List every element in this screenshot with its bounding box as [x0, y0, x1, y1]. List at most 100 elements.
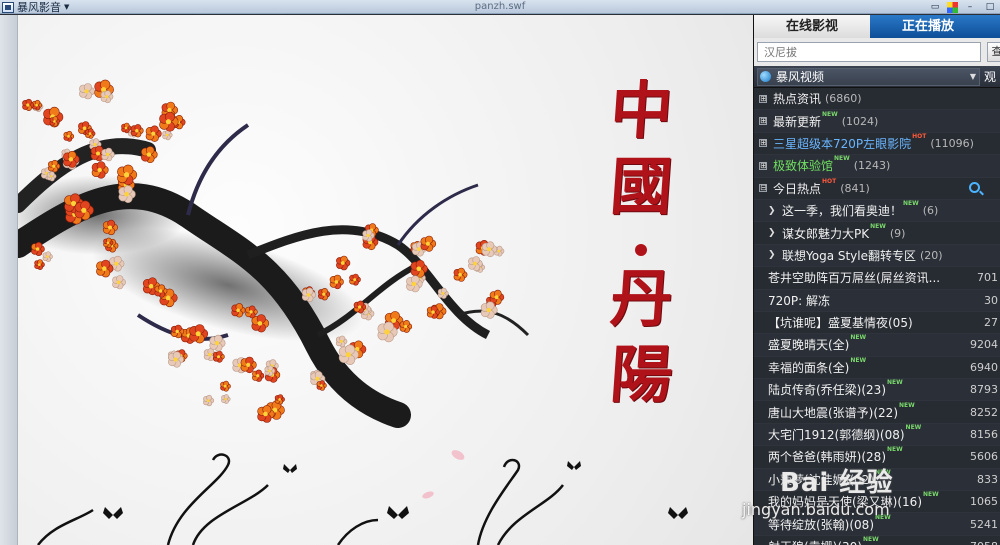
- row-label: 陆贞传奇(乔任梁)(23): [768, 383, 886, 398]
- play-count: 8793: [970, 383, 998, 397]
- expand-toggle-icon[interactable]: ⊟: [759, 184, 767, 193]
- view-option-button[interactable]: 观: [984, 68, 996, 85]
- row-label: 热点资讯: [773, 92, 822, 107]
- source-dropdown[interactable]: 暴风视频 ▼: [757, 67, 980, 86]
- video-row[interactable]: 720P: 解冻 30: [754, 289, 1000, 312]
- hot-badge: HOT: [912, 132, 927, 140]
- category-row[interactable]: ⊞ 热点资讯 (6860): [754, 88, 1000, 111]
- new-badge: NEW: [834, 155, 850, 163]
- video-row[interactable]: 射天狼(袁姗)(30)NEW 7058: [754, 536, 1000, 545]
- blossom: [274, 394, 285, 405]
- search-input[interactable]: [757, 42, 981, 62]
- play-count: 30: [984, 293, 998, 307]
- blossom: [42, 251, 53, 262]
- player-window: 暴风影音 ▼ panzh.swf ▭ – □ 中 國 丹 陽 在线影视 正在播放…: [0, 0, 1000, 545]
- play-count: 8156: [970, 428, 998, 442]
- row-count: (9): [889, 226, 906, 240]
- expand-toggle-icon[interactable]: ⊞: [759, 161, 767, 170]
- row-label: 幸福的面条(全): [768, 360, 850, 375]
- calligraphy-char: 中: [607, 74, 676, 147]
- tab-online-video[interactable]: 在线影视: [754, 15, 870, 38]
- blossom: [252, 369, 265, 382]
- category-row[interactable]: ⊟ 今日热点 HOT (841): [754, 178, 1000, 200]
- row-count: (1024): [841, 114, 879, 128]
- expand-toggle-icon[interactable]: ⊞: [759, 117, 767, 126]
- play-count: 27: [984, 316, 998, 330]
- blossom: [335, 335, 348, 348]
- chevron-right-icon: ❯: [768, 228, 776, 239]
- subcategory-row[interactable]: ❯ 联想Yoga Style翻转专区 (20): [754, 244, 1000, 268]
- blossom: [203, 394, 215, 407]
- play-count: 9204: [970, 338, 998, 352]
- video-row[interactable]: 陆贞传奇(乔任梁)(23) NEW 8793: [754, 379, 1000, 402]
- category-row[interactable]: ⊞ 最新更新 NEW (1024): [754, 110, 1000, 133]
- row-label: 射天狼(袁姗)(30): [768, 538, 862, 545]
- row-count: (6860): [825, 92, 862, 106]
- hot-badge: HOT: [822, 177, 837, 185]
- flash-video-area[interactable]: 中 國 丹 陽: [18, 15, 753, 545]
- new-badge: NEW: [899, 401, 915, 409]
- new-badge: NEW: [887, 379, 903, 387]
- new-badge: NEW: [887, 446, 903, 454]
- file-title: panzh.swf: [474, 1, 526, 12]
- tab-strip-filler: [986, 15, 1000, 38]
- row-label: 三星超级本720P左眼影院: [773, 136, 912, 151]
- skin-color-icon[interactable]: [947, 1, 958, 13]
- row-label: 【坑谁呢】盛夏基情夜(05): [768, 316, 913, 331]
- play-count: 833: [977, 472, 998, 486]
- panel-tabs: 在线影视 正在播放: [754, 15, 1000, 38]
- maximize-button[interactable]: □: [982, 1, 998, 13]
- baofeng-globe-icon: [760, 71, 771, 82]
- app-menu-button[interactable]: 暴风影音 ▼: [2, 0, 69, 14]
- new-badge: NEW: [822, 110, 838, 118]
- row-label: 联想Yoga Style翻转专区: [782, 248, 917, 263]
- video-row[interactable]: 盛夏晚晴天(全) NEW 9204: [754, 334, 1000, 357]
- row-label: 谋女郎魅力大PK: [782, 226, 870, 241]
- new-badge: NEW: [850, 356, 867, 364]
- minimize-button[interactable]: –: [962, 1, 978, 13]
- video-row[interactable]: 【坑谁呢】盛夏基情夜(05) 27: [754, 312, 1000, 335]
- row-label: 最新更新: [773, 114, 822, 129]
- row-count: (11096): [930, 136, 974, 150]
- blossom: [162, 129, 173, 141]
- search-button[interactable]: 查: [987, 42, 1000, 62]
- calligraphy-dot: [635, 244, 647, 256]
- tab-now-playing[interactable]: 正在播放: [870, 15, 986, 38]
- blossom: [220, 380, 231, 392]
- row-label: 苍井空助阵百万屌丝(屌丝资讯...: [768, 271, 941, 286]
- chevron-down-icon: ▼: [969, 72, 976, 81]
- ornamental-vines: [37, 453, 564, 545]
- blossom: [63, 130, 75, 142]
- left-scroll-gutter[interactable]: [0, 15, 18, 545]
- video-row[interactable]: 大宅门1912(郭德纲)(08) NEW 8156: [754, 423, 1000, 447]
- blossom: [349, 273, 361, 286]
- expand-toggle-icon[interactable]: ⊞: [759, 94, 767, 103]
- calligraphy-char: 丹: [607, 262, 676, 335]
- subcategory-row[interactable]: ❯ 谋女郎魅力大PK NEW (9): [754, 222, 1000, 245]
- new-badge: NEW: [863, 536, 879, 543]
- row-label: 今日热点: [773, 181, 822, 196]
- video-row[interactable]: 唐山大地震(张谱予)(22) NEW 8252: [754, 401, 1000, 424]
- row-count: (6): [922, 204, 939, 218]
- category-row[interactable]: ⊞ 三星超级本720P左眼影院 HOT (11096): [754, 132, 1000, 156]
- subcategory-row[interactable]: ❯ 这一季，我们看奥迪！ NEW (6): [754, 199, 1000, 223]
- app-name: 暴风影音: [17, 1, 61, 14]
- play-count: 5606: [970, 450, 998, 464]
- video-row[interactable]: 幸福的面条(全) NEW 6940: [754, 356, 1000, 380]
- source-label: 暴风视频: [776, 70, 825, 84]
- expand-toggle-icon[interactable]: ⊞: [759, 139, 767, 148]
- blossom: [420, 235, 437, 252]
- chevron-right-icon: ❯: [768, 205, 776, 216]
- category-row[interactable]: ⊞ 极致体验馆 NEW (1243): [754, 155, 1000, 178]
- blossom: [316, 380, 327, 391]
- blossom: [336, 255, 351, 271]
- baidu-watermark-url: jingyan.baidu.com: [742, 500, 890, 519]
- search-icon[interactable]: [969, 181, 980, 193]
- play-count: 1065: [970, 495, 998, 509]
- blossom: [34, 259, 45, 270]
- row-label: 极致体验馆: [773, 159, 834, 174]
- video-row[interactable]: 苍井空助阵百万屌丝(屌丝资讯... 701: [754, 267, 1000, 290]
- calligraphy-char: 國: [607, 150, 676, 223]
- mini-mode-button[interactable]: ▭: [927, 1, 943, 13]
- row-label: 唐山大地震(张谱予)(22): [768, 405, 898, 420]
